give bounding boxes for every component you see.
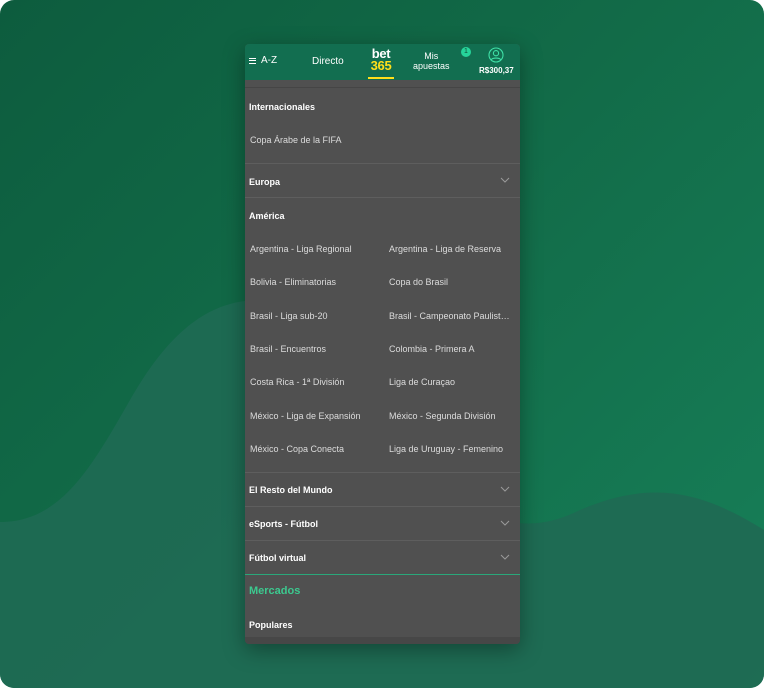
list-item[interactable]: Brasil - Encuentros <box>250 344 382 354</box>
mis-apuestas-tab[interactable]: Mis apuestas <box>413 51 450 71</box>
list-item[interactable]: Liga de Uruguay - Femenino <box>389 444 517 454</box>
chevron-down-icon[interactable] <box>500 177 510 183</box>
divider <box>245 472 520 473</box>
account-balance: R$300,37 <box>479 66 514 75</box>
chevron-down-icon[interactable] <box>500 554 510 560</box>
populares-item[interactable]: Populares <box>249 620 293 630</box>
mercados-heading: Mercados <box>249 585 301 597</box>
section-header-futbol-virtual[interactable]: Fútbol virtual <box>249 553 306 563</box>
background-frame: A-Z Directo bet 365 Mis apuestas 1 R$300… <box>0 0 764 688</box>
list-item[interactable]: Argentina - Liga Regional <box>250 244 382 254</box>
chevron-down-icon[interactable] <box>500 520 510 526</box>
list-item[interactable]: Argentina - Liga de Reserva <box>389 244 515 254</box>
user-account-icon[interactable] <box>488 47 504 63</box>
list-item[interactable]: Brasil - Liga sub-20 <box>250 311 382 321</box>
hamburger-icon <box>249 56 256 65</box>
section-header-resto-del-mundo[interactable]: El Resto del Mundo <box>249 485 333 495</box>
divider <box>245 163 520 164</box>
divider <box>245 87 520 88</box>
divider <box>245 506 520 507</box>
section-header-esports-futbol[interactable]: eSports - Fútbol <box>249 519 318 529</box>
az-menu-button[interactable]: A-Z <box>249 55 277 66</box>
section-title-internacionales: Internacionales <box>249 102 316 112</box>
list-item[interactable]: Copa Árabe de la FIFA <box>250 135 380 145</box>
section-title-america: América <box>249 211 285 221</box>
mis-apuestas-line-1: Mis <box>424 51 439 61</box>
bottom-strip <box>245 637 520 644</box>
mobile-panel: A-Z Directo bet 365 Mis apuestas 1 R$300… <box>245 44 520 644</box>
active-tab-underline <box>368 77 394 79</box>
mis-apuestas-line-2: apuestas <box>413 61 450 71</box>
bets-count-badge: 1 <box>461 47 471 57</box>
list-item[interactable]: Liga de Curaçao <box>389 377 515 387</box>
list-item[interactable]: Colombia - Primera A <box>389 344 515 354</box>
divider <box>245 197 520 198</box>
list-item[interactable]: Copa do Brasil <box>389 277 515 287</box>
list-item[interactable]: Brasil - Campeonato Paulista Sub-20 <box>389 311 514 321</box>
list-item[interactable]: Costa Rica - 1ª División <box>250 377 382 387</box>
divider <box>245 540 520 541</box>
bet365-logo[interactable]: bet 365 <box>366 47 396 79</box>
chevron-down-icon[interactable] <box>500 486 510 492</box>
list-item[interactable]: México - Segunda División <box>389 411 515 421</box>
az-label: A-Z <box>261 55 278 66</box>
top-navigation-bar: A-Z Directo bet 365 Mis apuestas 1 R$300… <box>245 44 520 80</box>
directo-tab[interactable]: Directo <box>312 56 344 67</box>
mercados-divider <box>245 574 520 575</box>
section-header-europa[interactable]: Europa <box>249 177 280 187</box>
logo-line-2: 365 <box>370 58 392 73</box>
list-item[interactable]: México - Copa Conecta <box>250 444 382 454</box>
list-item[interactable]: Bolivia - Eliminatorias <box>250 277 382 287</box>
list-item[interactable]: México - Liga de Expansión <box>250 411 382 421</box>
